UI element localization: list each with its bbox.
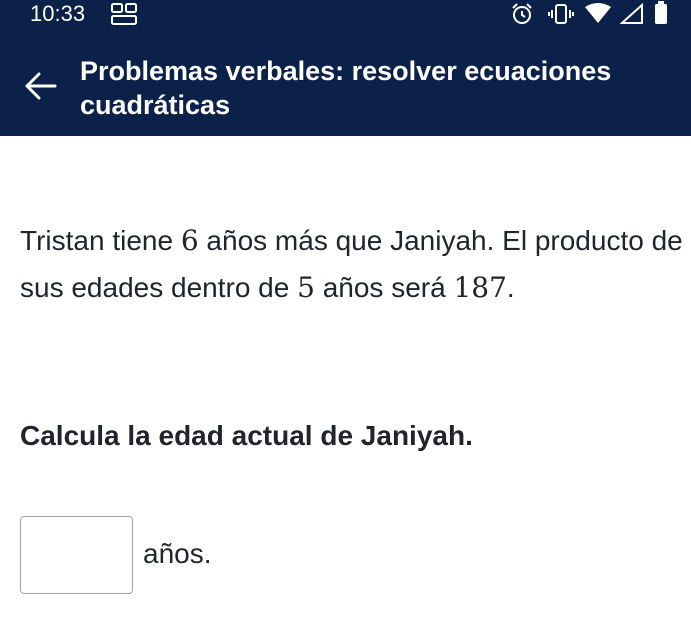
answer-row: años. [20, 515, 212, 595]
vibrate-icon [548, 2, 574, 31]
answer-unit-label: años. [143, 538, 212, 569]
page-title: Problemas verbales: resolver ecuaciones … [80, 56, 612, 120]
signal-icon [619, 2, 644, 30]
problem-text-1: Tristan tiene [20, 225, 181, 256]
problem-number-5: 5 [297, 271, 315, 304]
status-bar: 10:33 [0, 0, 691, 28]
problem-number-187: 187 [453, 271, 507, 304]
arrow-left-icon [23, 71, 57, 106]
status-time: 10:33 [30, 1, 86, 26]
alarm-icon [510, 2, 534, 31]
problem-text-4: . [506, 272, 515, 303]
problem-statement: Tristan tiene 6 años más que Janiyah. El… [20, 217, 685, 311]
battery-icon [654, 1, 668, 30]
question-prompt: Calcula la edad actual de Janiyah. [20, 420, 473, 451]
wifi-icon [584, 3, 612, 30]
problem-number-6: 6 [180, 224, 199, 257]
gallery-icon [110, 2, 138, 31]
app-header: 10:33 Problemas verbales: resolver ecuac… [0, 0, 691, 136]
back-button[interactable] [20, 70, 60, 106]
answer-input[interactable] [20, 516, 133, 594]
problem-text-3: años será [314, 272, 454, 303]
